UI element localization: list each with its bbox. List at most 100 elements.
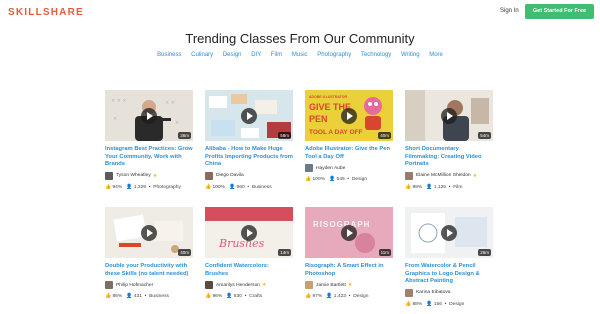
class-author[interactable]: Karina Eibatova [405, 288, 493, 297]
play-icon[interactable] [241, 225, 257, 241]
class-stats: 👍 100% 👤 660 • Business [205, 184, 272, 190]
play-icon[interactable] [341, 225, 357, 241]
top-bar: SKILLSHARE Sign In Get Started For Free [0, 0, 600, 26]
people-icon: 👤 [226, 294, 233, 300]
people-icon: 👤 [426, 184, 433, 190]
rating: 97% [312, 294, 323, 300]
class-author[interactable]: Diego Davila [205, 171, 293, 180]
avatar [205, 281, 213, 290]
class-stats: 👍 97% 👤 1,423 • Design [305, 294, 369, 300]
avatar [205, 171, 213, 180]
rating: 100% [212, 184, 225, 190]
class-author[interactable]: Tyson Wheatley ★ [105, 171, 193, 180]
category-film[interactable]: Film [271, 52, 282, 58]
class-author[interactable]: Elaine McMillion Sheldon ★ [405, 171, 493, 180]
duration-badge: 54m [478, 132, 491, 139]
rating: 88% [412, 301, 423, 307]
student-count: 660 [236, 184, 245, 190]
play-icon[interactable] [141, 108, 157, 124]
duration-badge: 14m [278, 249, 291, 256]
category-writing[interactable]: Writing [401, 52, 420, 58]
play-icon[interactable] [141, 225, 157, 241]
class-card[interactable]: 54m Short Documentary Filmmaking: Creati… [405, 90, 493, 190]
skillshare-logo[interactable]: SKILLSHARE [8, 7, 84, 18]
page-title: Trending Classes From Our Community [185, 31, 415, 46]
play-icon[interactable] [241, 108, 257, 124]
category-label: Design [351, 177, 368, 183]
class-card[interactable]: × × × × × × × 36m Instagram Best Practices:… [105, 90, 193, 190]
author-name: Tyson Wheatley [116, 173, 151, 179]
class-thumbnail[interactable]: ADOBE ILLUSTRATOR GIVE THE PEN TOOL A DA… [305, 90, 393, 141]
rating: 94% [112, 184, 123, 190]
sign-in-link[interactable]: Sign In [500, 8, 519, 14]
class-thumbnail[interactable]: RISOGRAPH 11m [305, 207, 393, 258]
class-author[interactable]: Jamie Bartlett ★ [305, 281, 393, 290]
avatar [105, 171, 113, 180]
thumbs-up-icon: 👍 [405, 184, 412, 190]
class-thumbnail[interactable]: 54m [405, 90, 493, 141]
category-music[interactable]: Music [292, 52, 308, 58]
thumbs-up-icon: 👍 [105, 184, 112, 190]
category-culinary[interactable]: Culinary [191, 52, 213, 58]
category-nav: Business Culinary Design DIY Film Music … [0, 52, 600, 58]
class-card[interactable]: ADOBE ILLUSTRATOR GIVE THE PEN TOOL A DA… [305, 90, 393, 182]
class-title[interactable]: Short Documentary Filmmaking: Creating V… [405, 146, 493, 169]
student-count: 431 [133, 294, 142, 300]
class-title[interactable]: Confident Watercolors: Brushes [205, 263, 293, 278]
people-icon: 👤 [329, 177, 336, 183]
class-card[interactable]: RISOGRAPH 11m Risograph: A Smart Effect … [305, 207, 393, 299]
play-icon[interactable] [341, 108, 357, 124]
class-card[interactable]: Brushes 14m Confident Watercolors: Brush… [205, 207, 293, 299]
play-icon[interactable] [441, 108, 457, 124]
class-author[interactable]: Philip Hofmacher [105, 281, 193, 290]
class-title[interactable]: Risograph: A Smart Effect in Photoshop [305, 263, 393, 278]
class-card[interactable]: 26m From Watercolor & Pencil Graphics to… [405, 207, 493, 307]
category-more[interactable]: More [429, 52, 443, 58]
class-stats: 👍 99% 👤 1,125 • Film [405, 184, 463, 190]
category-diy[interactable]: DIY [251, 52, 261, 58]
class-card[interactable]: 58m Alibaba - How to Make Huge Profits I… [205, 90, 293, 190]
poster-line-2: PEN [309, 114, 328, 124]
category-label: Film [453, 184, 463, 190]
rating: 86% [112, 294, 123, 300]
people-icon: 👤 [426, 301, 433, 307]
play-icon[interactable] [441, 225, 457, 241]
poster-line-3: TOOL A DAY OFF [309, 129, 362, 136]
poster-label: ADOBE ILLUSTRATOR [309, 95, 347, 99]
duration-badge: 40m [178, 249, 191, 256]
author-name: Diego Davila [216, 173, 244, 179]
get-started-button[interactable]: Get Started For Free [525, 4, 594, 19]
class-title[interactable]: Double your Productivity with these Skil… [105, 263, 193, 278]
avatar [405, 171, 413, 180]
class-thumbnail[interactable]: × × × × × × × 36m [105, 90, 193, 141]
svg-text:×: × [175, 120, 179, 126]
class-thumbnail[interactable]: 26m [405, 207, 493, 258]
class-title[interactable]: Alibaba - How to Make Huge Profits Impor… [205, 146, 293, 169]
thumbs-up-icon: 👍 [105, 294, 112, 300]
category-photography[interactable]: Photography [317, 52, 351, 58]
category-business[interactable]: Business [157, 52, 181, 58]
category-label: Business [251, 184, 272, 190]
avatar [105, 281, 113, 290]
category-label: Design [353, 294, 369, 300]
category-label: Business [149, 294, 169, 300]
people-icon: 👤 [229, 184, 236, 190]
avatar [305, 281, 313, 290]
thumbs-up-icon: 👍 [205, 184, 212, 190]
class-stats: 👍 86% 👤 431 • Business [105, 294, 169, 300]
thumbs-up-icon: 👍 [305, 177, 312, 183]
class-thumbnail[interactable]: 58m [205, 90, 293, 141]
class-thumbnail[interactable]: Brushes 14m [205, 207, 293, 258]
class-title[interactable]: Instagram Best Practices: Grow Your Comm… [105, 146, 193, 169]
watercolor-word: Brushes [218, 237, 265, 250]
class-title[interactable]: From Watercolor & Pencil Graphics to Log… [405, 263, 493, 286]
class-title[interactable]: Adobe Illustrator: Give the Pen Tool a D… [305, 146, 393, 161]
category-design[interactable]: Design [223, 52, 242, 58]
class-card[interactable]: 40m Double your Productivity with these … [105, 207, 193, 299]
author-name: Karina Eibatova [416, 290, 451, 296]
category-technology[interactable]: Technology [361, 52, 391, 58]
author-name: Elaine McMillion Sheldon [416, 173, 471, 179]
class-thumbnail[interactable]: 40m [105, 207, 193, 258]
class-author[interactable]: Amarilys Henderson ★ [205, 281, 293, 290]
class-author[interactable]: Hayden Aube [305, 164, 393, 173]
